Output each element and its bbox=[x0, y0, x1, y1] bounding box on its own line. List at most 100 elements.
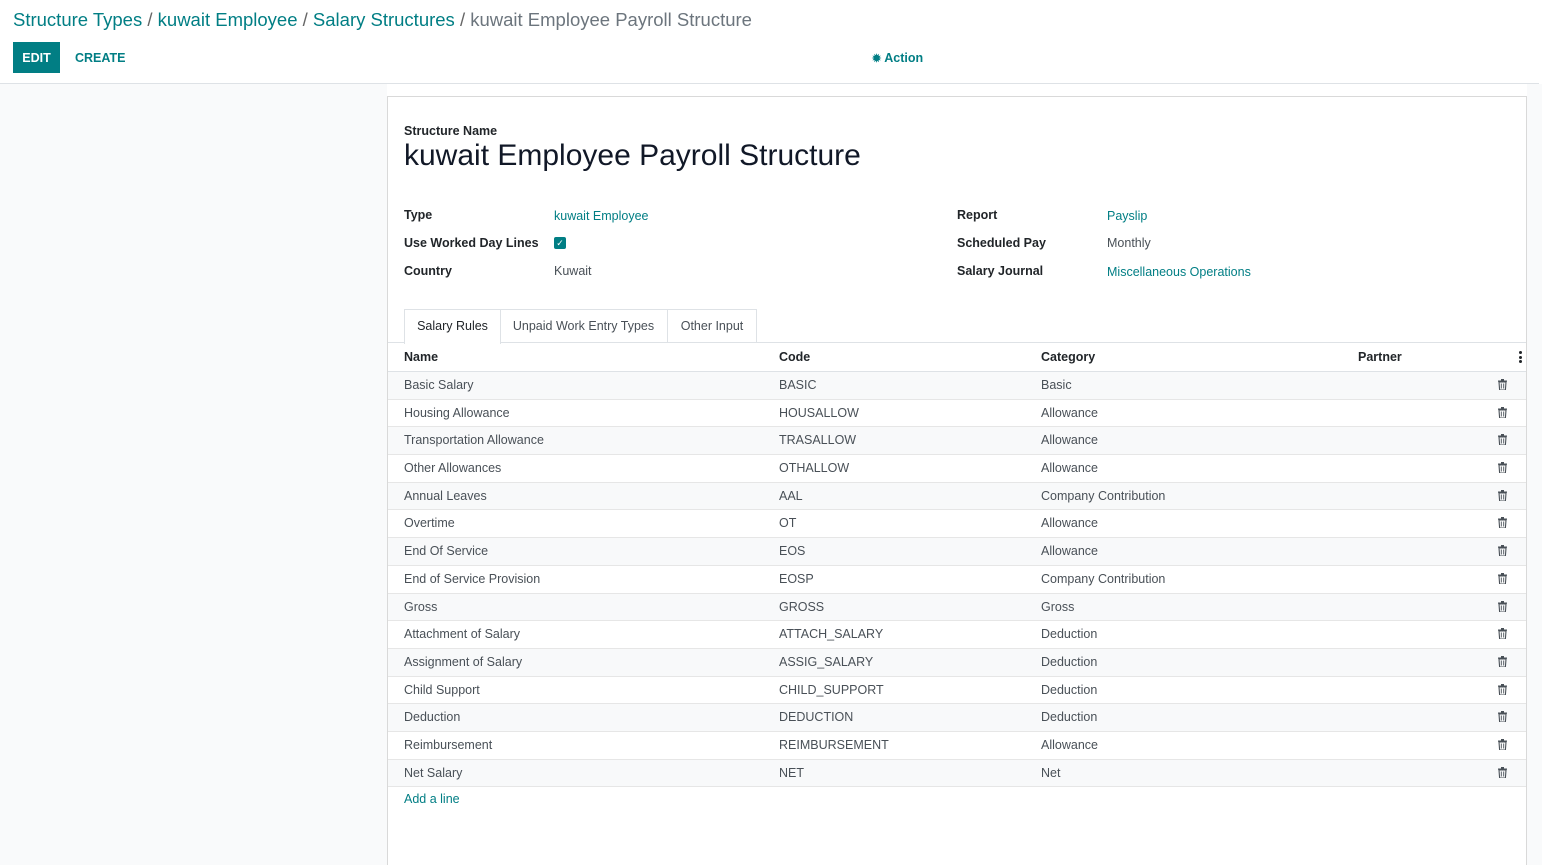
cell-code: ATTACH_SALARY bbox=[779, 627, 884, 642]
column-header-partner[interactable]: Partner bbox=[1358, 350, 1402, 364]
content-background bbox=[0, 84, 387, 865]
cell-category: Allowance bbox=[1041, 516, 1098, 531]
report-value-link[interactable]: Payslip bbox=[1107, 209, 1147, 223]
scheduled-pay-label: Scheduled Pay bbox=[957, 236, 1046, 250]
table-row[interactable]: Other Allowances OTHALLOW Allowance bbox=[388, 455, 1526, 483]
cell-code: HOUSALLOW bbox=[779, 405, 859, 420]
cell-code: DEDUCTION bbox=[779, 710, 854, 725]
cell-name: Assignment of Salary bbox=[404, 654, 523, 669]
structure-name-label: Structure Name bbox=[404, 124, 498, 138]
column-header-code[interactable]: Code bbox=[779, 350, 810, 364]
cell-name: Housing Allowance bbox=[404, 405, 510, 420]
table-row[interactable]: Annual Leaves AAL Company Contribution bbox=[388, 482, 1526, 511]
cell-name: Basic Salary bbox=[404, 378, 474, 392]
cell-category: Deduction bbox=[1041, 710, 1098, 725]
salary-rules-table-body: Basic Salary BASIC Basic Housing Allowance H… bbox=[388, 372, 1526, 788]
control-panel: Structure Types / kuwait Employee / Sala… bbox=[0, 0, 1539, 84]
cell-category: Deduction bbox=[1041, 682, 1098, 697]
breadcrumb-item-structure-types[interactable]: Structure Types bbox=[13, 9, 142, 30]
table-row[interactable]: End Of Service EOS Allowance bbox=[388, 538, 1526, 566]
table-row[interactable]: Transportation Allowance TRASALLOW Allowan… bbox=[388, 427, 1526, 456]
cell-name: Reimbursement bbox=[404, 737, 493, 752]
column-header-category[interactable]: Category bbox=[1041, 350, 1095, 364]
cell-name: Gross bbox=[404, 599, 438, 614]
trash-icon[interactable] bbox=[1498, 572, 1507, 584]
breadcrumb-item-salary-structures[interactable]: Salary Structures bbox=[313, 9, 455, 30]
action-label: Action bbox=[884, 51, 924, 65]
tab-other-input[interactable]: Other Input bbox=[668, 309, 757, 343]
trash-icon[interactable] bbox=[1498, 683, 1507, 695]
cell-name: Net Salary bbox=[404, 765, 463, 780]
type-label: Type bbox=[404, 208, 433, 222]
table-row[interactable]: Attachment of Salary ATTACH_SALARY Deducti… bbox=[388, 621, 1526, 649]
breadcrumb: Structure Types / kuwait Employee / Sala… bbox=[13, 8, 752, 32]
cell-category: Allowance bbox=[1041, 433, 1098, 448]
add-line-link[interactable]: Add a line bbox=[404, 792, 460, 806]
column-header-name[interactable]: Name bbox=[404, 350, 438, 364]
breadcrumb-separator: / bbox=[459, 9, 466, 30]
trash-icon[interactable] bbox=[1498, 628, 1507, 640]
country-value: Kuwait bbox=[554, 264, 592, 278]
trash-icon[interactable] bbox=[1498, 489, 1507, 501]
cell-name: Child Support bbox=[404, 682, 480, 697]
worked-day-lines-checkbox[interactable]: ✓ bbox=[554, 237, 566, 249]
structure-name-title: kuwait Employee Payroll Structure bbox=[404, 139, 861, 172]
cell-name: End Of Service bbox=[404, 544, 489, 559]
cell-name: Annual Leaves bbox=[404, 488, 487, 503]
cell-name: End of Service Provision bbox=[404, 571, 541, 586]
cell-name: Attachment of Salary bbox=[404, 627, 521, 642]
cell-code: EOSP bbox=[779, 571, 814, 586]
cell-category: Allowance bbox=[1041, 461, 1098, 476]
salary-journal-value-link[interactable]: Miscellaneous Operations bbox=[1107, 265, 1251, 279]
table-row[interactable]: Deduction DEDUCTION Deduction bbox=[388, 704, 1526, 732]
form-sheet: Structure Name kuwait Employee Payroll S… bbox=[387, 96, 1527, 865]
cell-code: BASIC bbox=[779, 378, 817, 392]
trash-icon[interactable] bbox=[1498, 655, 1507, 667]
trash-icon[interactable] bbox=[1498, 711, 1507, 723]
edit-button[interactable]: EDIT bbox=[13, 42, 60, 73]
tab-salary-rules[interactable]: Salary Rules bbox=[404, 309, 501, 344]
breadcrumb-separator: / bbox=[302, 9, 308, 30]
trash-icon[interactable] bbox=[1498, 462, 1507, 474]
cell-code: ASSIG_SALARY bbox=[779, 654, 874, 669]
trash-icon[interactable] bbox=[1498, 379, 1507, 390]
table-row[interactable]: Assignment of Salary ASSIG_SALARY Deductio… bbox=[388, 648, 1526, 677]
table-row[interactable]: End of Service Provision EOSP Company Cont… bbox=[388, 566, 1526, 594]
trash-icon[interactable] bbox=[1498, 406, 1507, 418]
trash-icon[interactable] bbox=[1498, 738, 1507, 750]
breadcrumb-item-kuwait-employee[interactable]: kuwait Employee bbox=[158, 9, 298, 30]
cell-name: Deduction bbox=[404, 710, 461, 725]
table-row[interactable]: Reimbursement REIMBURSEMENT Allowance bbox=[388, 732, 1526, 760]
cell-category: Allowance bbox=[1041, 405, 1098, 420]
cell-category: Deduction bbox=[1041, 627, 1098, 642]
trash-icon[interactable] bbox=[1498, 766, 1507, 778]
cell-category: Allowance bbox=[1041, 544, 1098, 559]
cell-code: CHILD_SUPPORT bbox=[779, 682, 884, 697]
breadcrumb-current: kuwait Employee Payroll Structure bbox=[470, 9, 752, 30]
optional-columns-kebab-icon[interactable] bbox=[1519, 351, 1522, 363]
cell-code: OTHALLOW bbox=[779, 461, 850, 476]
table-row[interactable]: Gross GROSS Gross bbox=[388, 593, 1526, 622]
table-row[interactable]: Net Salary NET Net bbox=[388, 759, 1526, 788]
trash-icon[interactable] bbox=[1498, 545, 1507, 557]
content-background-right bbox=[1527, 84, 1542, 865]
cell-code: EOS bbox=[779, 544, 806, 559]
trash-icon[interactable] bbox=[1498, 434, 1507, 446]
table-row[interactable]: Basic Salary BASIC Basic bbox=[388, 372, 1526, 400]
table-row[interactable]: Overtime OT Allowance bbox=[388, 510, 1526, 539]
salary-journal-label: Salary Journal bbox=[957, 264, 1044, 278]
cell-code: AAL bbox=[779, 488, 803, 503]
cell-category: Deduction bbox=[1041, 654, 1098, 669]
table-row[interactable]: Child Support CHILD_SUPPORT Deduction bbox=[388, 677, 1526, 705]
create-button[interactable]: CREATE bbox=[66, 42, 134, 73]
action-menu-button[interactable]: ✹ Action bbox=[872, 50, 923, 67]
cell-code: OT bbox=[779, 516, 797, 531]
tab-unpaid-work-entry-types[interactable]: Unpaid Work Entry Types bbox=[500, 309, 668, 343]
cell-category: Company Contribution bbox=[1041, 488, 1166, 503]
cell-category: Gross bbox=[1041, 599, 1075, 614]
table-row[interactable]: Housing Allowance HOUSALLOW Allowance bbox=[388, 400, 1526, 428]
type-value-link[interactable]: kuwait Employee bbox=[554, 209, 649, 223]
trash-icon[interactable] bbox=[1498, 517, 1507, 529]
trash-icon[interactable] bbox=[1498, 600, 1507, 612]
cell-category: Allowance bbox=[1041, 737, 1098, 752]
